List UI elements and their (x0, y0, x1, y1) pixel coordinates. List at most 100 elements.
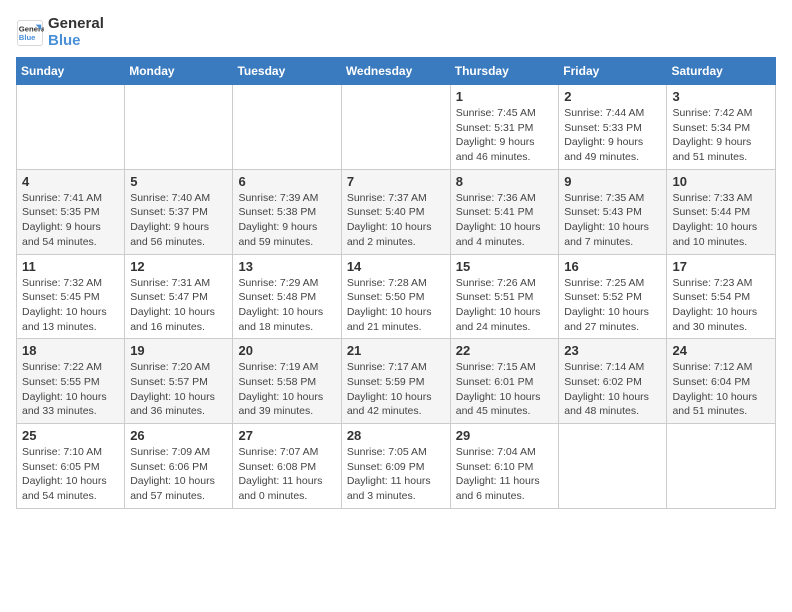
calendar-cell: 26 Sunrise: 7:09 AMSunset: 6:06 PMDayligh… (125, 424, 233, 509)
header-thursday: Thursday (450, 58, 559, 85)
calendar-cell (125, 85, 233, 170)
day-info: Sunrise: 7:04 AMSunset: 6:10 PMDaylight:… (456, 445, 554, 504)
day-info: Sunrise: 7:42 AMSunset: 5:34 PMDaylight:… (672, 106, 770, 165)
calendar-cell: 28Sunrise: 7:05 AMSunset: 6:09 PMDayligh… (341, 424, 450, 509)
week-row-2: 11Sunrise: 7:32 AMSunset: 5:45 PMDayligh… (17, 254, 776, 339)
week-row-3: 18Sunrise: 7:22 AMSunset: 5:55 PMDayligh… (17, 339, 776, 424)
day-number: 8 (456, 174, 554, 189)
calendar-cell: 6Sunrise: 7:39 AMSunset: 5:38 PMDaylight… (233, 169, 341, 254)
day-info: Sunrise: 7:26 AMSunset: 5:51 PMDaylight:… (456, 276, 554, 335)
day-number: 22 (456, 343, 554, 358)
calendar-cell (17, 85, 125, 170)
calendar-cell: 21 Sunrise: 7:17 AMSunset: 5:59 PMDayligh… (341, 339, 450, 424)
day-info: Sunrise: 7:15 AMSunset: 6:01 PMDaylight:… (456, 360, 554, 419)
day-info: Sunrise: 7:10 AMSunset: 6:05 PMDaylight:… (22, 445, 119, 504)
day-info: Sunrise: 7:12 AMSunset: 6:04 PMDaylight:… (672, 360, 770, 419)
calendar-cell: 25 Sunrise: 7:10 AMSunset: 6:05 PMDayligh… (17, 424, 125, 509)
calendar-body: 1 Sunrise: 7:45 AMSunset: 5:31 PMDaylight… (17, 85, 776, 509)
day-number: 12 (130, 259, 227, 274)
day-info: Sunrise: 7:09 AMSunset: 6:06 PMDaylight:… (130, 445, 227, 504)
day-number: 13 (238, 259, 335, 274)
calendar-cell: 13 Sunrise: 7:29 AMSunset: 5:48 PMDayligh… (233, 254, 341, 339)
day-info: Sunrise: 7:14 AMSunset: 6:02 PMDaylight:… (564, 360, 661, 419)
calendar-cell (559, 424, 667, 509)
day-info: Sunrise: 7:37 AMSunset: 5:40 PMDaylight:… (347, 191, 445, 250)
calendar-cell: 14 Sunrise: 7:28 AMSunset: 5:50 PMDayligh… (341, 254, 450, 339)
header: General Blue GeneralBlue (16, 16, 776, 49)
day-info: Sunrise: 7:33 AMSunset: 5:44 PMDaylight:… (672, 191, 770, 250)
calendar-cell: 9 Sunrise: 7:35 AMSunset: 5:43 PMDaylight… (559, 169, 667, 254)
calendar-cell: 19 Sunrise: 7:20 AMSunset: 5:57 PMDayligh… (125, 339, 233, 424)
header-sunday: Sunday (17, 58, 125, 85)
day-info: Sunrise: 7:44 AMSunset: 5:33 PMDaylight:… (564, 106, 661, 165)
calendar-table: SundayMondayTuesdayWednesdayThursdayFrid… (16, 57, 776, 509)
day-info: Sunrise: 7:23 AMSunset: 5:54 PMDaylight:… (672, 276, 770, 335)
calendar-cell: 11Sunrise: 7:32 AMSunset: 5:45 PMDayligh… (17, 254, 125, 339)
day-number: 15 (456, 259, 554, 274)
calendar-cell: 29Sunrise: 7:04 AMSunset: 6:10 PMDayligh… (450, 424, 559, 509)
calendar-cell (341, 85, 450, 170)
day-number: 11 (22, 259, 119, 274)
header-monday: Monday (125, 58, 233, 85)
calendar-cell: 1 Sunrise: 7:45 AMSunset: 5:31 PMDaylight… (450, 85, 559, 170)
day-info: Sunrise: 7:17 AMSunset: 5:59 PMDaylight:… (347, 360, 445, 419)
day-number: 1 (456, 89, 554, 104)
day-number: 27 (238, 428, 335, 443)
day-info: Sunrise: 7:28 AMSunset: 5:50 PMDaylight:… (347, 276, 445, 335)
calendar-cell: 3Sunrise: 7:42 AMSunset: 5:34 PMDaylight… (667, 85, 776, 170)
header-friday: Friday (559, 58, 667, 85)
logo-icon: General Blue (16, 19, 44, 47)
calendar-cell: 22 Sunrise: 7:15 AMSunset: 6:01 PMDayligh… (450, 339, 559, 424)
calendar-cell: 24 Sunrise: 7:12 AMSunset: 6:04 PMDayligh… (667, 339, 776, 424)
calendar-cell: 15 Sunrise: 7:26 AMSunset: 5:51 PMDayligh… (450, 254, 559, 339)
week-row-4: 25 Sunrise: 7:10 AMSunset: 6:05 PMDayligh… (17, 424, 776, 509)
calendar-cell: 16Sunrise: 7:25 AMSunset: 5:52 PMDayligh… (559, 254, 667, 339)
calendar-cell: 7 Sunrise: 7:37 AMSunset: 5:40 PMDaylight… (341, 169, 450, 254)
day-info: Sunrise: 7:19 AMSunset: 5:58 PMDaylight:… (238, 360, 335, 419)
week-row-1: 4Sunrise: 7:41 AMSunset: 5:35 PMDaylight… (17, 169, 776, 254)
day-number: 19 (130, 343, 227, 358)
calendar-cell: 18Sunrise: 7:22 AMSunset: 5:55 PMDayligh… (17, 339, 125, 424)
day-info: Sunrise: 7:41 AMSunset: 5:35 PMDaylight:… (22, 191, 119, 250)
calendar-cell: 12 Sunrise: 7:31 AMSunset: 5:47 PMDayligh… (125, 254, 233, 339)
week-row-0: 1 Sunrise: 7:45 AMSunset: 5:31 PMDaylight… (17, 85, 776, 170)
day-number: 26 (130, 428, 227, 443)
day-info: Sunrise: 7:40 AMSunset: 5:37 PMDaylight:… (130, 191, 227, 250)
day-number: 2 (564, 89, 661, 104)
svg-text:Blue: Blue (19, 33, 36, 42)
day-number: 10 (672, 174, 770, 189)
header-row: SundayMondayTuesdayWednesdayThursdayFrid… (17, 58, 776, 85)
day-number: 23 (564, 343, 661, 358)
day-number: 9 (564, 174, 661, 189)
calendar-cell: 10 Sunrise: 7:33 AMSunset: 5:44 PMDayligh… (667, 169, 776, 254)
header-wednesday: Wednesday (341, 58, 450, 85)
calendar-cell: 5 Sunrise: 7:40 AMSunset: 5:37 PMDaylight… (125, 169, 233, 254)
day-info: Sunrise: 7:22 AMSunset: 5:55 PMDaylight:… (22, 360, 119, 419)
day-info: Sunrise: 7:45 AMSunset: 5:31 PMDaylight:… (456, 106, 554, 165)
day-number: 24 (672, 343, 770, 358)
logo-text: GeneralBlue (48, 16, 104, 49)
calendar-cell: 4Sunrise: 7:41 AMSunset: 5:35 PMDaylight… (17, 169, 125, 254)
day-number: 21 (347, 343, 445, 358)
calendar-cell (233, 85, 341, 170)
day-number: 20 (238, 343, 335, 358)
calendar-cell: 8Sunrise: 7:36 AMSunset: 5:41 PMDaylight… (450, 169, 559, 254)
day-number: 16 (564, 259, 661, 274)
day-number: 17 (672, 259, 770, 274)
day-number: 5 (130, 174, 227, 189)
day-info: Sunrise: 7:20 AMSunset: 5:57 PMDaylight:… (130, 360, 227, 419)
calendar-cell: 2 Sunrise: 7:44 AMSunset: 5:33 PMDaylight… (559, 85, 667, 170)
day-info: Sunrise: 7:31 AMSunset: 5:47 PMDaylight:… (130, 276, 227, 335)
calendar-cell: 23 Sunrise: 7:14 AMSunset: 6:02 PMDayligh… (559, 339, 667, 424)
day-info: Sunrise: 7:07 AMSunset: 6:08 PMDaylight:… (238, 445, 335, 504)
day-number: 6 (238, 174, 335, 189)
day-number: 7 (347, 174, 445, 189)
calendar-cell: 17 Sunrise: 7:23 AMSunset: 5:54 PMDayligh… (667, 254, 776, 339)
day-info: Sunrise: 7:35 AMSunset: 5:43 PMDaylight:… (564, 191, 661, 250)
day-info: Sunrise: 7:05 AMSunset: 6:09 PMDaylight:… (347, 445, 445, 504)
day-number: 25 (22, 428, 119, 443)
calendar-cell (667, 424, 776, 509)
day-info: Sunrise: 7:29 AMSunset: 5:48 PMDaylight:… (238, 276, 335, 335)
day-number: 14 (347, 259, 445, 274)
header-tuesday: Tuesday (233, 58, 341, 85)
